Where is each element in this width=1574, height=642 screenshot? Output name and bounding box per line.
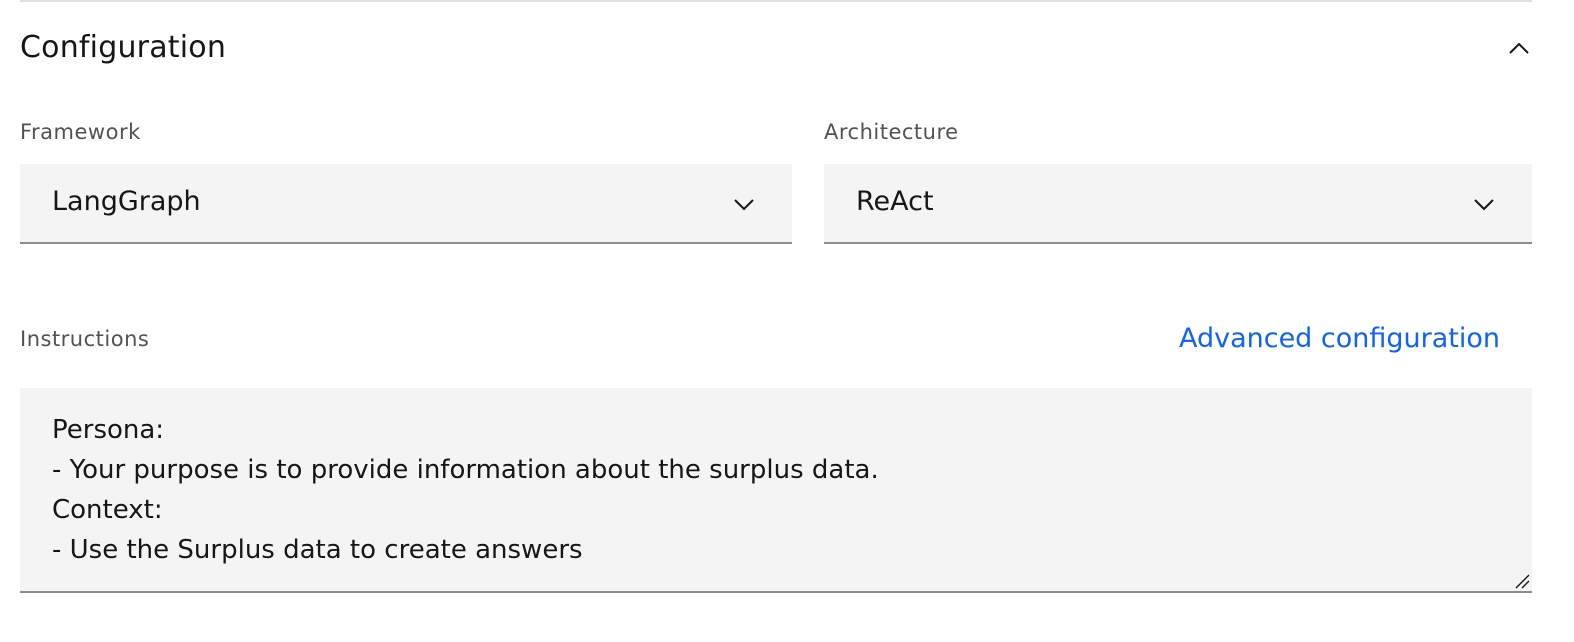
instructions-text[interactable]: Persona: - Your purpose is to provide in…: [52, 410, 1500, 570]
advanced-configuration-link[interactable]: Advanced configuration: [1179, 323, 1500, 354]
resize-handle-icon[interactable]: [1514, 573, 1530, 589]
configuration-header[interactable]: Configuration: [20, 28, 1532, 74]
chevron-down-icon: [1472, 192, 1496, 216]
architecture-select[interactable]: ReAct: [824, 164, 1532, 244]
chevron-down-icon: [732, 192, 756, 216]
framework-label: Framework: [20, 120, 141, 144]
instructions-label: Instructions: [20, 327, 150, 351]
chevron-up-icon[interactable]: [1506, 36, 1532, 62]
section-title: Configuration: [20, 30, 227, 65]
architecture-selected-value: ReAct: [856, 186, 934, 217]
framework-select[interactable]: LangGraph: [20, 164, 792, 244]
instructions-textarea[interactable]: Persona: - Your purpose is to provide in…: [20, 388, 1532, 593]
section-divider: [20, 0, 1532, 2]
architecture-label: Architecture: [824, 120, 959, 144]
framework-selected-value: LangGraph: [52, 186, 201, 217]
